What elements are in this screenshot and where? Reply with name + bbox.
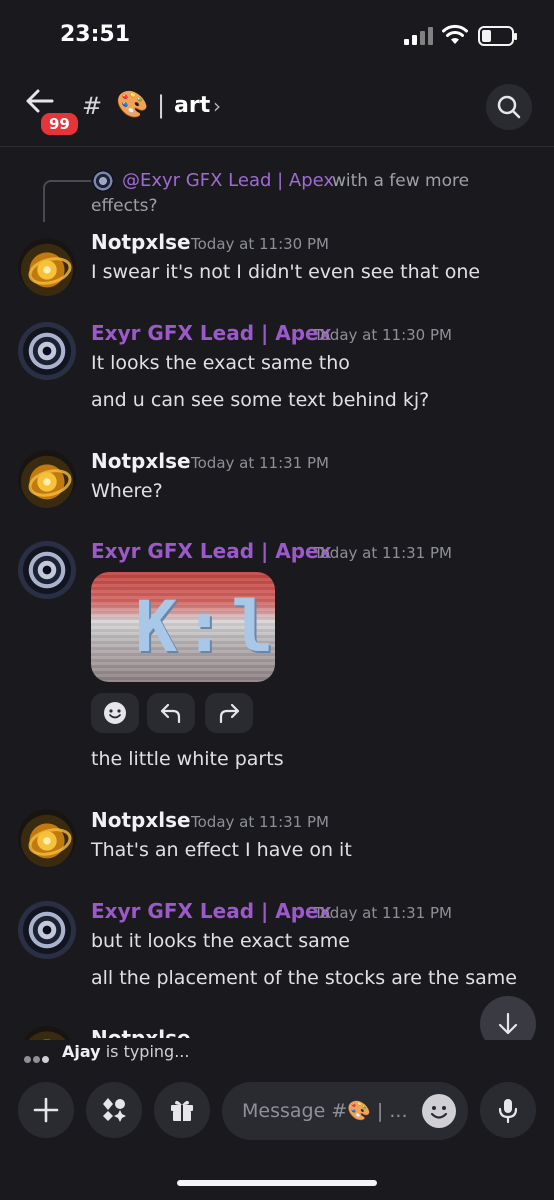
palette-emoji-icon: 🎨 <box>116 90 149 120</box>
attachment-image-text: K:l <box>135 586 275 668</box>
smiley-icon <box>430 1106 448 1119</box>
reply-button[interactable] <box>147 693 195 733</box>
channel-name[interactable]: art <box>174 93 210 118</box>
wifi-icon <box>442 24 468 44</box>
reply-connector <box>43 180 91 222</box>
apps-button[interactable] <box>86 1082 142 1138</box>
home-indicator <box>177 1180 377 1186</box>
typing-indicator: Ajay is typing... <box>62 1042 189 1061</box>
partial-avatar[interactable] <box>20 1026 74 1040</box>
message-text: the little white parts <box>91 748 284 770</box>
timestamp: Today at 11:31 PM <box>314 544 452 562</box>
username[interactable]: Notpxlse <box>91 808 191 832</box>
message-input-placeholder[interactable]: Message #🎨 | ... <box>242 1099 408 1122</box>
typing-suffix: is typing... <box>100 1042 190 1061</box>
timestamp: Today at 11:31 PM <box>314 904 452 922</box>
timestamp: Today at 11:31 PM <box>191 454 329 472</box>
message-text: but it looks the exact same <box>91 930 350 952</box>
avatar[interactable] <box>18 322 76 380</box>
status-time: 23:51 <box>60 22 131 47</box>
avatar[interactable] <box>18 450 76 508</box>
username[interactable]: Notpxlse <box>91 1024 191 1038</box>
timestamp: Today at 11:31 PM <box>191 813 329 831</box>
cellular-signal-icon <box>404 27 434 45</box>
typing-dots-icon <box>24 1048 51 1067</box>
header-divider <box>0 146 554 147</box>
avatar[interactable] <box>18 901 76 959</box>
channel-separator: | <box>157 91 166 119</box>
smiley-icon <box>104 702 126 724</box>
avatar[interactable] <box>18 238 76 296</box>
reply-mention[interactable]: @Exyr GFX Lead | Apex <box>122 170 334 191</box>
message-text: I swear it's not I didn't even see that … <box>91 261 481 283</box>
battery-icon <box>478 26 517 46</box>
username[interactable]: Notpxlse <box>91 449 191 473</box>
add-attachment-button[interactable] <box>18 1082 74 1138</box>
add-reaction-button[interactable] <box>91 693 139 733</box>
forward-arrow-icon <box>219 703 240 724</box>
unread-badge: 99 <box>38 110 81 138</box>
avatar[interactable] <box>18 541 76 599</box>
timestamp: Today at 11:30 PM <box>314 326 452 344</box>
chevron-right-icon[interactable]: › <box>213 94 221 118</box>
arrow-down-icon <box>498 1012 518 1035</box>
forward-button[interactable] <box>205 693 253 733</box>
apps-icon <box>103 1098 126 1122</box>
image-attachment[interactable]: K:l <box>91 572 275 682</box>
message-text: It looks the exact same tho <box>91 352 350 374</box>
gift-icon <box>171 1100 193 1121</box>
reply-preview-text-cont[interactable]: effects? <box>91 196 158 216</box>
reply-preview-text[interactable]: with a few more <box>332 171 469 191</box>
reply-arrow-icon <box>160 703 181 724</box>
message-text: Where? <box>91 480 163 502</box>
username[interactable]: Exyr GFX Lead | Apex <box>91 899 332 923</box>
plus-icon <box>33 1097 59 1123</box>
username[interactable]: Exyr GFX Lead | Apex <box>91 539 332 563</box>
avatar[interactable] <box>18 809 76 867</box>
username[interactable]: Notpxlse <box>91 230 191 254</box>
message-text: and u can see some text behind kj? <box>91 389 430 411</box>
reply-avatar[interactable] <box>92 170 114 192</box>
search-button[interactable] <box>486 84 532 130</box>
emoji-picker-button[interactable] <box>422 1094 456 1128</box>
message-text: That's an effect I have on it <box>91 839 352 861</box>
channel-hash-icon: # <box>82 92 103 120</box>
gift-button[interactable] <box>154 1082 210 1138</box>
search-icon <box>497 95 521 119</box>
voice-message-button[interactable] <box>480 1082 536 1138</box>
microphone-icon <box>498 1099 518 1124</box>
message-text: all the placement of the stocks are the … <box>91 967 517 989</box>
typing-user: Ajay <box>62 1042 101 1061</box>
timestamp: Today at 11:30 PM <box>191 235 329 253</box>
username[interactable]: Exyr GFX Lead | Apex <box>91 321 332 345</box>
